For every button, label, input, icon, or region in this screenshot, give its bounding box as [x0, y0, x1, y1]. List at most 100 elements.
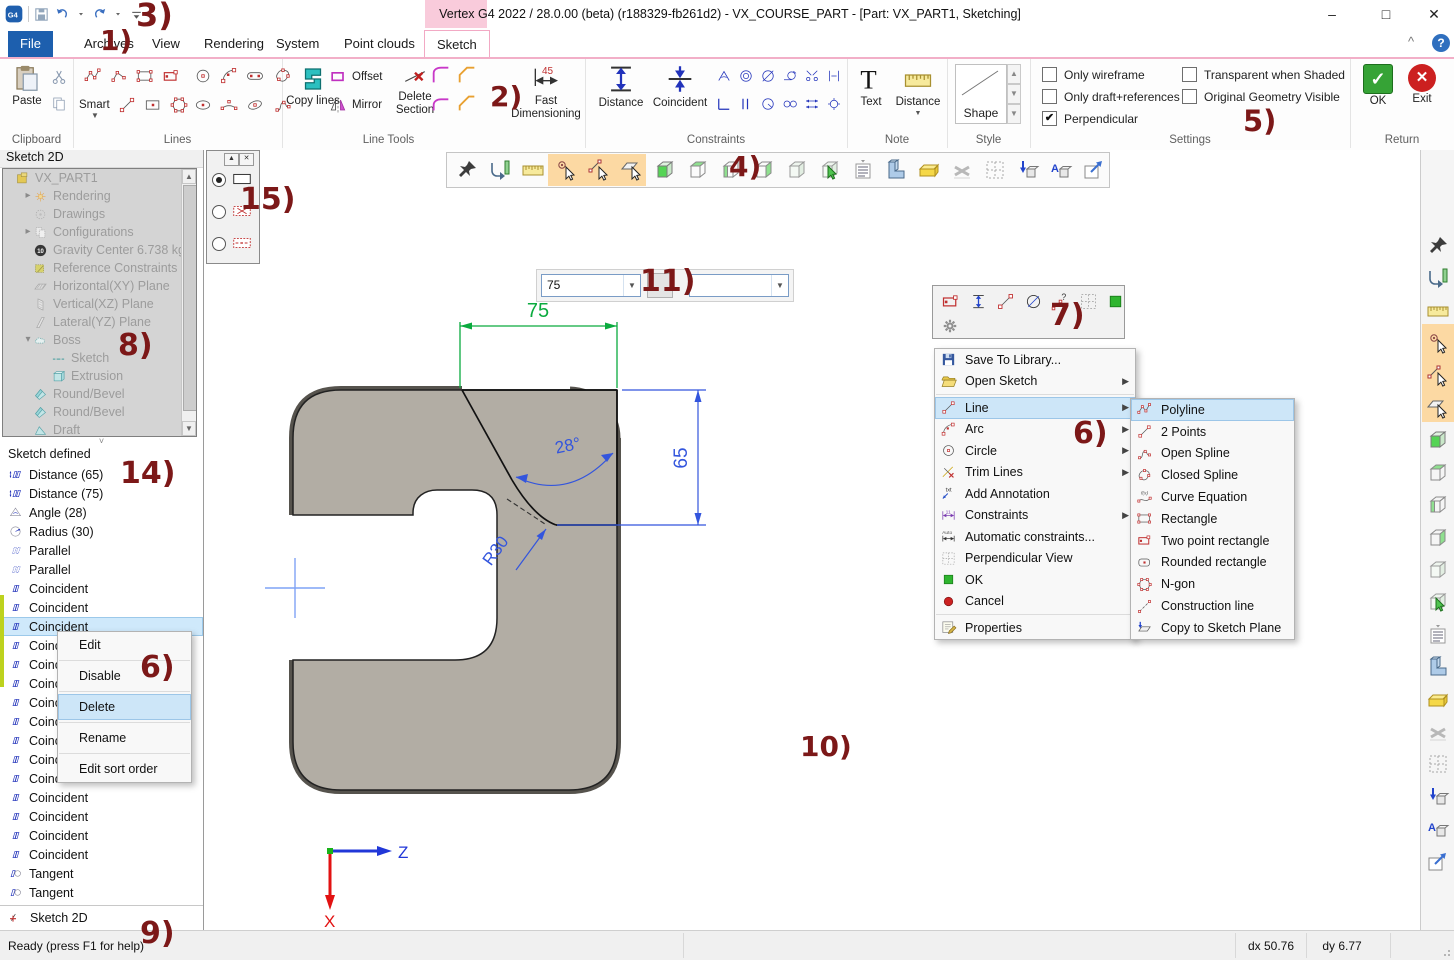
- toolbar-window-arrow-button[interactable]: [1082, 158, 1106, 182]
- tree-item-reference-constraints[interactable]: Reference Constraints: [3, 259, 196, 277]
- menu-item-line[interactable]: Line▶: [935, 397, 1135, 419]
- tree-item-rendering[interactable]: ▸Rendering: [3, 187, 196, 205]
- menu-item-perpendicular-view[interactable]: Perpendicular View: [935, 548, 1135, 570]
- tab-view[interactable]: View: [140, 30, 192, 57]
- style-scroll-buttons[interactable]: ▲▼▼: [1007, 64, 1021, 122]
- tree-expander[interactable]: ▸: [23, 223, 33, 241]
- tab-point-clouds[interactable]: Point clouds: [332, 30, 427, 57]
- combobox-dropdown-icon[interactable]: ▼: [623, 275, 640, 296]
- tool-chamfer-o-button[interactable]: [456, 64, 478, 86]
- constraint-k-tangent-button[interactable]: [781, 67, 799, 85]
- tree-item-draft[interactable]: Draft: [3, 421, 196, 437]
- toolbar-cube-shaded-button[interactable]: [653, 158, 677, 182]
- resize-grip[interactable]: [1441, 947, 1451, 957]
- constraint-k-concentric-button[interactable]: [737, 67, 755, 85]
- tab-archives[interactable]: Archives: [72, 30, 146, 57]
- toolbar-cube-right-button[interactable]: [752, 158, 776, 182]
- side-toolbar-cube-shaded-button[interactable]: [1426, 428, 1450, 452]
- style-scroll-up-icon[interactable]: ▲: [1007, 64, 1021, 84]
- checkbox-box[interactable]: [1182, 89, 1197, 104]
- side-toolbar-cube-letter-a-button[interactable]: A: [1426, 817, 1450, 841]
- constraint-item-tangent[interactable]: Tangent: [0, 883, 203, 902]
- side-toolbar-cube-select-button[interactable]: [1426, 590, 1450, 614]
- tree-item-gravity-center-6-738-kg[interactable]: 10Gravity Center 6.738 kg: [3, 241, 196, 259]
- text-note-button[interactable]: T Text: [851, 63, 891, 109]
- lines-circle-dot-button[interactable]: [193, 66, 213, 86]
- tree-item-drawings[interactable]: Drawings: [3, 205, 196, 223]
- menu-item-polyline[interactable]: Polyline: [1131, 399, 1294, 421]
- constraint-item-coincident[interactable]: Coincident: [0, 598, 203, 617]
- distance-constraint-button[interactable]: Distance: [593, 62, 649, 110]
- dd-button[interactable]: [112, 8, 124, 20]
- ribbon-collapse-button[interactable]: ^: [1408, 34, 1414, 49]
- constraint-item-distance-75-[interactable]: Distance (75): [0, 484, 203, 503]
- menu-item-cancel[interactable]: Cancel: [935, 591, 1135, 613]
- checkbox-original-geometry-visible[interactable]: Original Geometry Visible: [1182, 89, 1340, 104]
- side-toolbar-grid-cross-button[interactable]: [1426, 752, 1450, 776]
- mini-toolbar-line-red-button[interactable]: [995, 291, 1016, 312]
- constraint-item-coincident[interactable]: Coincident: [0, 788, 203, 807]
- dimension-tolerance-combobox[interactable]: ▼: [689, 274, 789, 297]
- checkbox-perpendicular[interactable]: ✔Perpendicular: [1042, 111, 1138, 126]
- constraint-k-radius-button[interactable]: [759, 95, 777, 113]
- toolbar-cube-arrow-down-button[interactable]: [1016, 158, 1040, 182]
- palette-opt-rect[interactable]: [231, 168, 253, 190]
- toolbar-cube-letter-a-button[interactable]: A: [1049, 158, 1073, 182]
- constraint-item-coincident[interactable]: Coincident: [0, 826, 203, 845]
- toolbar-cube-light-button[interactable]: [785, 158, 809, 182]
- palette-close-icon[interactable]: ✕: [239, 153, 254, 166]
- dimension-apply-button[interactable]: [647, 273, 673, 298]
- constraint-k-midpoint-button[interactable]: [825, 67, 843, 85]
- toolbar-pin-button[interactable]: [455, 158, 479, 182]
- lines-polyline-button[interactable]: [83, 66, 103, 86]
- tree-item-vx-part1[interactable]: VX_PART1: [3, 169, 196, 187]
- copy-button[interactable]: [50, 95, 68, 113]
- tree-scroll-thumb[interactable]: [183, 185, 197, 411]
- shape-style-selector[interactable]: Shape: [955, 64, 1007, 124]
- side-toolbar-ruler-button[interactable]: [1426, 299, 1450, 323]
- menu-item-curve-equation[interactable]: f(x)Curve Equation: [1131, 486, 1294, 508]
- offset-icon[interactable]: [328, 67, 348, 87]
- palette-opt-hatch-x[interactable]: [231, 200, 253, 222]
- tree-scroll-down-icon[interactable]: ▼: [182, 421, 196, 436]
- lines-ellipse-2-button[interactable]: [245, 95, 265, 115]
- menu-item-open-sketch[interactable]: Open Sketch▶: [935, 371, 1135, 393]
- dimension-75-label[interactable]: 75: [527, 300, 549, 322]
- smart-dropdown-icon[interactable]: ▼: [91, 111, 99, 120]
- tree-expander[interactable]: ▾: [23, 331, 33, 349]
- mirror-icon[interactable]: [328, 95, 348, 115]
- constraint-item-distance-65-[interactable]: Distance (65): [0, 465, 203, 484]
- lines-arc-3pt-button[interactable]: [219, 95, 239, 115]
- toolbar-drawer-button[interactable]: [917, 158, 941, 182]
- lines-rect-button[interactable]: [135, 66, 155, 86]
- maximize-button[interactable]: □: [1368, 0, 1404, 28]
- dimension-value-combobox[interactable]: 75 ▼: [541, 274, 641, 297]
- constraint-k-eqdist-button[interactable]: [803, 95, 821, 113]
- panel-splitter[interactable]: ˅: [0, 437, 203, 447]
- toolbar-ruler-button[interactable]: [521, 158, 545, 182]
- constraint-k-diameter-button[interactable]: [759, 67, 777, 85]
- undo-button[interactable]: [54, 6, 71, 23]
- side-toolbar-snap-point-button[interactable]: [1426, 331, 1450, 355]
- tree-item-vertical-xz-plane[interactable]: Vertical(XZ) Plane: [3, 295, 196, 313]
- toolbar-snap-line-button[interactable]: [587, 158, 611, 182]
- tab-sketch-2d[interactable]: Sketch 2D: [0, 905, 203, 930]
- lines-ngon-button[interactable]: [169, 95, 189, 115]
- offset-button[interactable]: Offset: [352, 71, 382, 83]
- menu-item-construction-line[interactable]: Construction line: [1131, 595, 1294, 617]
- tree-item-configurations[interactable]: ▸Configurations: [3, 223, 196, 241]
- close-button[interactable]: ✕: [1416, 0, 1452, 28]
- dd-button[interactable]: [75, 8, 87, 20]
- toolbar-snap-face-button[interactable]: [620, 158, 644, 182]
- menu-item-circle[interactable]: Circle▶: [935, 440, 1135, 462]
- mini-toolbar-circle-diag-button[interactable]: [1023, 291, 1044, 312]
- side-toolbar-l-solid-button[interactable]: [1426, 655, 1450, 679]
- tree-expander[interactable]: ▸: [23, 187, 33, 205]
- mini-toolbar-ok-green-button[interactable]: [1105, 291, 1126, 312]
- constraint-k-eqradius-button[interactable]: [781, 95, 799, 113]
- constraint-item-angle-28-[interactable]: Angle (28): [0, 503, 203, 522]
- menu-item-delete[interactable]: Delete: [58, 694, 191, 720]
- style-gallery-icon[interactable]: ▼: [1007, 104, 1021, 124]
- menu-item-rename[interactable]: Rename: [58, 725, 191, 751]
- dimension-65-label[interactable]: 65: [671, 447, 692, 468]
